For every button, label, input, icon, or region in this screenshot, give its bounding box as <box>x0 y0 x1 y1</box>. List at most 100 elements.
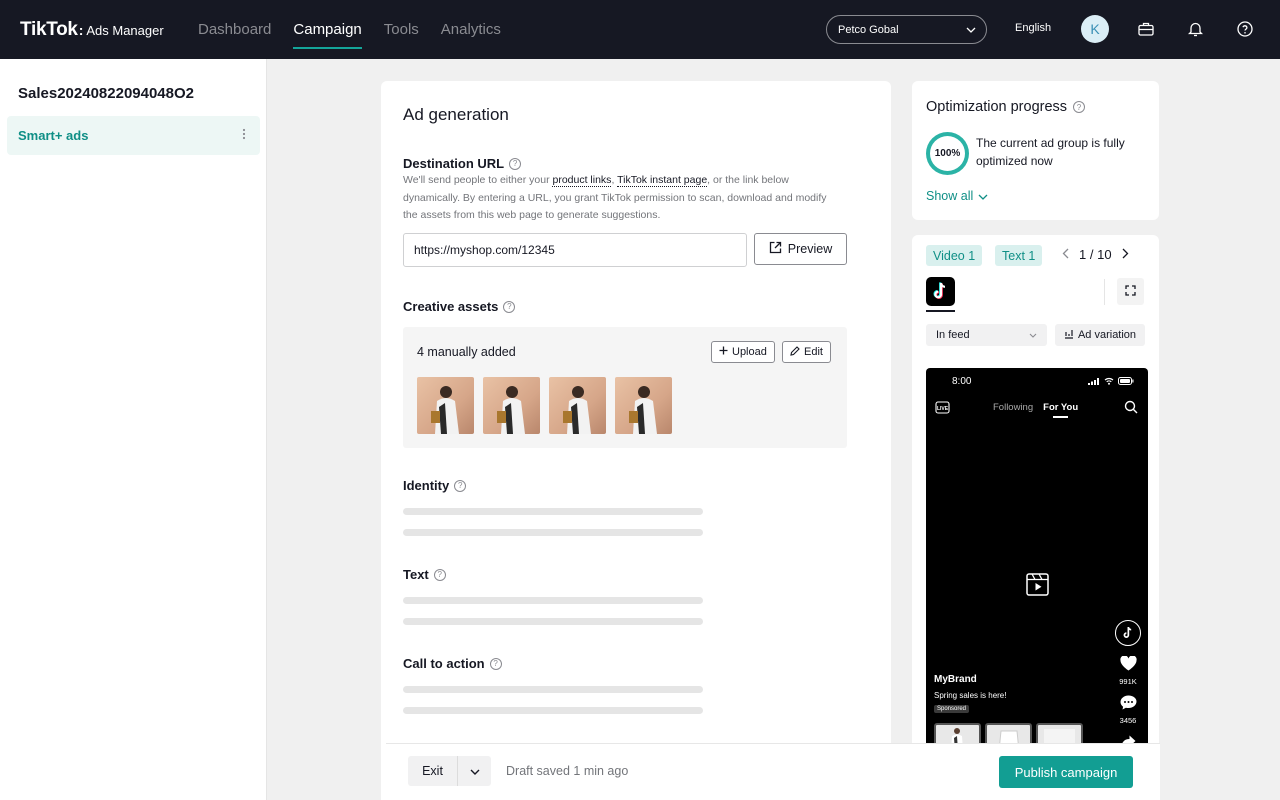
campaign-sidebar: Sales20240822094048O2 Smart+ ads <box>0 59 267 800</box>
placement-value: In feed <box>936 329 970 341</box>
ad-variation-button[interactable]: Ad variation <box>1055 324 1145 346</box>
main-nav: Dashboard Campaign Tools Analytics <box>198 0 523 59</box>
tab-following: Following <box>993 402 1034 413</box>
instant-page-link[interactable]: TikTok instant page <box>617 174 708 187</box>
top-nav-bar: TikTok : Ads Manager Dashboard Campaign … <box>0 0 1280 59</box>
footer-action-bar: Exit Draft saved 1 min ago Publish campa… <box>386 743 1160 800</box>
account-selector[interactable]: Petco Gobal <box>826 15 987 44</box>
logo-wordmark: TikTok <box>20 18 78 40</box>
tab-for-you: For You <box>1043 402 1079 418</box>
variation-icon <box>1064 329 1074 342</box>
ad-caption: Spring sales is here! <box>934 691 1007 700</box>
phone-feed-tabs: Following For You <box>993 402 1079 418</box>
video-placeholder-icon <box>1026 573 1049 601</box>
assets-count: 4 manually added <box>417 345 516 359</box>
tiktok-placement-icon[interactable] <box>926 277 955 306</box>
text-chip[interactable]: Text 1 <box>995 245 1043 266</box>
preview-button[interactable]: Preview <box>754 233 847 265</box>
show-all-button[interactable]: Show all <box>926 189 988 203</box>
plus-icon <box>719 346 728 358</box>
help-icon[interactable] <box>1236 20 1254 38</box>
language-switcher[interactable]: English <box>1015 22 1051 34</box>
expand-icon <box>1125 283 1136 301</box>
page-total: 10 <box>1097 247 1112 262</box>
tiktok-ads-logo[interactable]: TikTok : Ads Manager <box>20 19 198 41</box>
asset-thumbnail[interactable] <box>417 377 474 434</box>
show-all-label: Show all <box>926 189 974 203</box>
bell-icon[interactable] <box>1186 20 1204 38</box>
phone-side-actions: 991K 3456 <box>1115 620 1141 752</box>
destination-url-label: Destination URL ? <box>403 156 522 171</box>
nav-dashboard[interactable]: Dashboard <box>198 0 271 59</box>
ad-generation-card: Ad generation Destination URL ? We'll se… <box>381 81 891 800</box>
more-options-icon[interactable] <box>242 128 246 143</box>
exit-button-group: Exit <box>408 756 491 786</box>
help-icon[interactable]: ? <box>454 479 467 492</box>
nav-campaign[interactable]: Campaign <box>293 0 363 59</box>
sidebar-item-label: Smart+ ads <box>18 128 89 143</box>
signal-icon <box>1088 377 1099 385</box>
external-link-icon <box>769 241 782 257</box>
fullscreen-button[interactable] <box>1117 278 1144 305</box>
identity-text: Identity <box>403 478 450 493</box>
creative-assets-label: Creative assets ? <box>403 299 516 314</box>
text-section-text: Text <box>403 567 429 582</box>
phone-status-icons <box>1088 377 1134 385</box>
help-icon[interactable]: ? <box>503 300 516 313</box>
ad-preview-card: Video 1 Text 1 1 / 10 In feed Ad variati… <box>912 235 1159 800</box>
ad-brand-name: MyBrand <box>934 674 977 685</box>
pencil-icon <box>790 345 800 359</box>
optimization-title-text: Optimization progress <box>926 99 1068 115</box>
exit-button[interactable]: Exit <box>408 756 458 786</box>
phone-preview: 8:00 LIVE Following For You 991K 3456 My… <box>926 368 1148 800</box>
loading-skeleton <box>403 707 703 714</box>
user-avatar[interactable]: K <box>1081 15 1109 43</box>
draft-status: Draft saved 1 min ago <box>506 764 629 778</box>
page-current: 1 <box>1079 247 1087 262</box>
exit-dropdown-toggle[interactable] <box>458 756 491 786</box>
destination-url-text: Destination URL <box>403 156 505 171</box>
logo-separator: : <box>78 21 84 38</box>
briefcase-icon[interactable] <box>1137 20 1155 38</box>
help-icon[interactable]: ? <box>433 568 446 581</box>
product-links-link[interactable]: product links <box>552 174 612 187</box>
preview-pager: 1 / 10 <box>1062 247 1129 262</box>
logo-product-name: Ads Manager <box>86 22 164 38</box>
help-icon[interactable]: ? <box>509 157 522 170</box>
account-name: Petco Gobal <box>838 23 899 36</box>
sponsored-badge: Sponsored <box>934 705 970 713</box>
loading-skeleton <box>403 529 703 536</box>
edit-button[interactable]: Edit <box>782 341 831 363</box>
optimization-progress-card: Optimization progress ? 100% The current… <box>912 81 1159 220</box>
optimization-title: Optimization progress ? <box>926 99 1086 115</box>
placement-active-indicator <box>926 310 955 312</box>
upload-button[interactable]: Upload <box>711 341 775 363</box>
help-icon[interactable]: ? <box>1073 101 1086 113</box>
placement-select[interactable]: In feed <box>926 324 1047 346</box>
optimization-message: The current ad group is fully optimized … <box>976 136 1125 168</box>
creative-assets-text: Creative assets <box>403 299 499 314</box>
upload-label: Upload <box>732 346 767 358</box>
page-separator: / <box>1089 247 1094 262</box>
nav-tools[interactable]: Tools <box>384 0 419 59</box>
desc-text: We'll send people to either your <box>403 174 553 186</box>
asset-thumbnail[interactable] <box>483 377 540 434</box>
nav-analytics[interactable]: Analytics <box>441 0 501 59</box>
asset-thumbnail[interactable] <box>549 377 606 434</box>
video-chip[interactable]: Video 1 <box>926 245 983 266</box>
sidebar-item-smart-ads[interactable]: Smart+ ads <box>7 116 260 155</box>
chevron-down-icon <box>978 189 988 203</box>
progress-ring: 100% <box>926 132 969 175</box>
progress-percent: 100% <box>930 136 965 171</box>
loading-skeleton <box>403 508 703 515</box>
chevron-down-icon <box>470 762 480 780</box>
publish-campaign-button[interactable]: Publish campaign <box>999 756 1133 788</box>
chevron-left-icon[interactable] <box>1062 247 1069 262</box>
edit-label: Edit <box>804 346 823 358</box>
phone-time: 8:00 <box>952 376 972 387</box>
destination-url-input[interactable]: https://myshop.com/12345 <box>403 233 747 267</box>
chevron-right-icon[interactable] <box>1122 247 1129 262</box>
asset-thumbnail[interactable] <box>615 377 672 434</box>
search-icon <box>1124 400 1138 419</box>
help-icon[interactable]: ? <box>489 657 502 670</box>
